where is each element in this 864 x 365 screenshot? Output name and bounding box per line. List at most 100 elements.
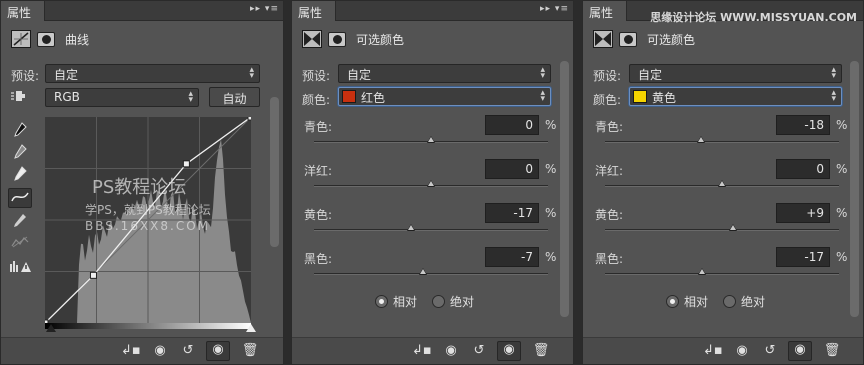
toggle-visibility-icon[interactable]: ◉ bbox=[788, 341, 812, 361]
dropdown-arrows-icon: ▴ ▾ bbox=[540, 88, 545, 104]
scrollbar[interactable] bbox=[560, 61, 569, 317]
adjustment-header: 可选颜色 bbox=[302, 28, 404, 50]
dropdown-arrows-icon: ▴ ▾ bbox=[831, 65, 836, 81]
slider-track[interactable] bbox=[605, 229, 839, 231]
slider-track[interactable] bbox=[605, 273, 839, 275]
black-point-eyedropper-icon[interactable] bbox=[8, 121, 32, 141]
delete-icon[interactable]: 🗑 bbox=[823, 343, 841, 359]
auto-button[interactable]: 自动 bbox=[209, 87, 260, 107]
panel-footer: ↲▪ ◉ ↺ ◉ 🗑 bbox=[583, 337, 863, 364]
reset-icon[interactable]: ↺ bbox=[179, 343, 197, 359]
layer-mask-icon[interactable] bbox=[328, 31, 346, 47]
preset-value: 自定 bbox=[54, 68, 79, 82]
reset-icon[interactable]: ↺ bbox=[761, 343, 779, 359]
clipping-warning-icon[interactable] bbox=[8, 258, 32, 278]
white-input-slider[interactable] bbox=[246, 324, 256, 332]
panel-tab-bar: 属性 ▸▸ ▾≡ bbox=[1, 1, 283, 21]
relative-radio-dot[interactable] bbox=[375, 295, 388, 308]
tab-properties[interactable]: 属性 bbox=[583, 1, 627, 21]
edit-points-curve-icon[interactable] bbox=[8, 188, 32, 208]
graph-watermark-subtitle: 学PS，就到PS教程论坛 bbox=[85, 203, 211, 217]
tab-properties[interactable]: 属性 bbox=[1, 1, 45, 21]
clip-to-layer-icon[interactable]: ↲▪ bbox=[703, 343, 723, 359]
slider-track[interactable] bbox=[314, 273, 548, 275]
slider-value-field[interactable]: 0 bbox=[485, 115, 539, 135]
colors-value: 红色 bbox=[361, 91, 386, 105]
colors-label: 颜色: bbox=[593, 93, 622, 107]
preset-label: 预设: bbox=[593, 69, 622, 83]
slider-value-field[interactable]: 0 bbox=[485, 159, 539, 179]
reset-icon[interactable]: ↺ bbox=[470, 343, 488, 359]
graph-watermark-title: PS教程论坛 bbox=[92, 177, 187, 198]
relative-radio[interactable]: 相对 bbox=[666, 293, 708, 310]
slider-value-field[interactable]: 0 bbox=[776, 159, 830, 179]
slider-value-field[interactable]: -18 bbox=[776, 115, 830, 135]
view-previous-state-icon[interactable]: ◉ bbox=[733, 343, 751, 359]
white-point-eyedropper-icon[interactable] bbox=[8, 165, 32, 185]
slider-value-field[interactable]: +9 bbox=[776, 203, 830, 223]
preset-dropdown[interactable]: 自定 ▴ ▾ bbox=[338, 64, 551, 83]
colors-dropdown[interactable]: 红色 ▴ ▾ bbox=[338, 87, 551, 106]
absolute-radio-dot[interactable] bbox=[723, 295, 736, 308]
preset-label: 预设: bbox=[11, 69, 40, 83]
delete-icon[interactable]: 🗑 bbox=[241, 343, 259, 359]
delete-icon[interactable]: 🗑 bbox=[532, 343, 550, 359]
preset-dropdown[interactable]: 自定 ▴ ▾ bbox=[45, 64, 260, 83]
selective-color-yellow-panel: 属性 思缘设计论坛 WWW.MISSYUAN.COM 可选颜色 预设: 自定 ▴… bbox=[582, 0, 864, 365]
slider-thumb[interactable] bbox=[427, 136, 435, 143]
absolute-radio-label: 绝对 bbox=[450, 295, 475, 309]
slider-thumb[interactable] bbox=[696, 136, 705, 143]
clip-to-layer-icon[interactable]: ↲▪ bbox=[121, 343, 141, 359]
curve-control-point[interactable] bbox=[89, 271, 97, 279]
curves-properties-panel: 属性 ▸▸ ▾≡ 曲线 预设: 自定 ▴ ▾ RGB ▴ ▾ 自动 PS教程论坛… bbox=[0, 0, 284, 365]
curves-graph[interactable]: PS教程论坛 学PS，就到PS教程论坛 BBS.16XX8.COM bbox=[41, 113, 255, 327]
slider-thumb[interactable] bbox=[427, 180, 435, 187]
slider-track[interactable] bbox=[605, 141, 839, 143]
slider-track[interactable] bbox=[314, 229, 548, 231]
absolute-radio[interactable]: 绝对 bbox=[432, 293, 474, 310]
panel-footer: ↲▪ ◉ ↺ ◉ 🗑 bbox=[292, 337, 573, 364]
tab-properties[interactable]: 属性 bbox=[292, 1, 336, 21]
absolute-radio-dot[interactable] bbox=[432, 295, 445, 308]
slider-label: 青色: bbox=[304, 120, 333, 134]
layer-mask-icon[interactable] bbox=[37, 31, 55, 47]
slider-thumb[interactable] bbox=[718, 180, 726, 187]
percent-sign: % bbox=[545, 206, 557, 220]
panel-menu-icon[interactable]: ▸▸ ▾≡ bbox=[540, 4, 569, 14]
toggle-visibility-icon[interactable]: ◉ bbox=[497, 341, 521, 361]
curve-control-point[interactable] bbox=[182, 160, 190, 168]
curve-control-point[interactable] bbox=[247, 113, 255, 121]
preset-dropdown[interactable]: 自定 ▴ ▾ bbox=[629, 64, 842, 83]
scrollbar[interactable] bbox=[270, 97, 279, 247]
slider-value-field[interactable]: -17 bbox=[485, 203, 539, 223]
scrollbar[interactable] bbox=[850, 61, 859, 317]
preset-label: 预设: bbox=[302, 69, 331, 83]
slider-thumb[interactable] bbox=[728, 224, 737, 231]
channel-dropdown[interactable]: RGB ▴ ▾ bbox=[45, 88, 199, 107]
slider-thumb[interactable] bbox=[407, 224, 416, 231]
toggle-visibility-icon[interactable]: ◉ bbox=[206, 341, 230, 361]
slider-value-field[interactable]: -17 bbox=[776, 247, 830, 267]
dropdown-arrows-icon: ▴ ▾ bbox=[249, 65, 254, 81]
slider-row: 洋红: 0% bbox=[304, 159, 556, 196]
view-previous-state-icon[interactable]: ◉ bbox=[442, 343, 460, 359]
relative-radio[interactable]: 相对 bbox=[375, 293, 417, 310]
layer-mask-icon[interactable] bbox=[619, 31, 637, 47]
view-previous-state-icon[interactable]: ◉ bbox=[151, 343, 169, 359]
slider-thumb[interactable] bbox=[418, 268, 427, 275]
clip-to-layer-icon[interactable]: ↲▪ bbox=[412, 343, 432, 359]
gray-point-eyedropper-icon[interactable] bbox=[8, 143, 32, 163]
draw-pencil-icon[interactable] bbox=[8, 212, 32, 232]
black-input-slider[interactable] bbox=[46, 324, 56, 332]
on-image-adjust-hand-icon[interactable] bbox=[8, 88, 32, 108]
slider-label: 青色: bbox=[595, 120, 624, 134]
colors-dropdown[interactable]: 黄色 ▴ ▾ bbox=[629, 87, 842, 106]
absolute-radio[interactable]: 绝对 bbox=[723, 293, 765, 310]
percent-sign: % bbox=[836, 118, 848, 132]
panel-menu-icon[interactable]: ▸▸ ▾≡ bbox=[250, 4, 279, 14]
slider-thumb[interactable] bbox=[698, 268, 707, 275]
slider-value-field[interactable]: -7 bbox=[485, 247, 539, 267]
smooth-curve-icon[interactable] bbox=[8, 234, 32, 254]
relative-radio-dot[interactable] bbox=[666, 295, 679, 308]
slider-label: 黑色: bbox=[304, 252, 333, 266]
